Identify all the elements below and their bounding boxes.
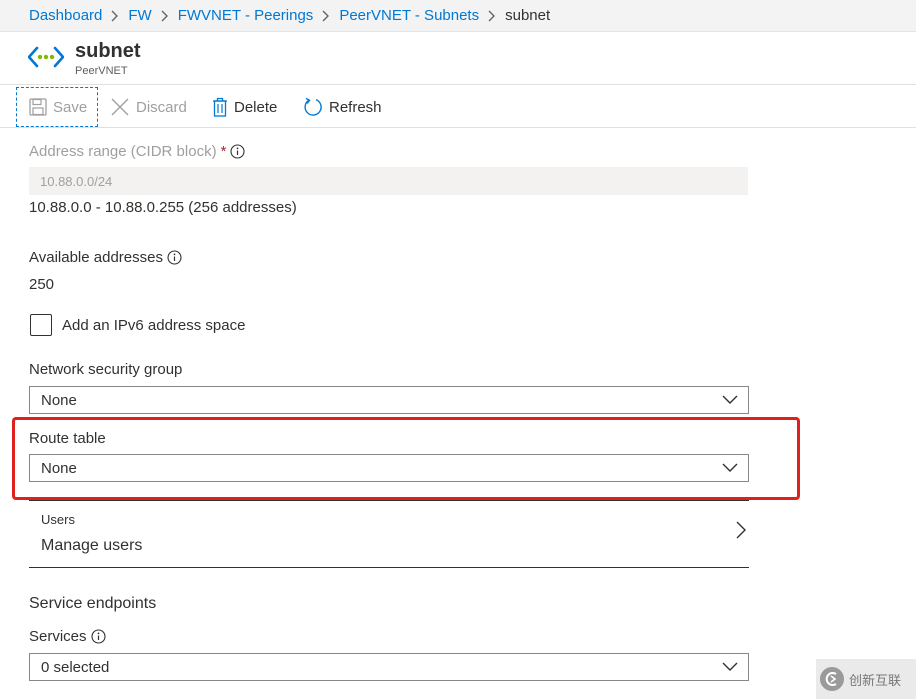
address-range-summary: 10.88.0.0 - 10.88.0.255 (256 addresses) (29, 199, 297, 216)
watermark: 创新互联 (816, 659, 916, 699)
nsg-dropdown[interactable]: None (29, 386, 749, 414)
page-header: subnet PeerVNET (0, 32, 916, 85)
route-table-dropdown-value: None (41, 460, 77, 477)
ipv6-checkbox[interactable] (30, 314, 52, 336)
route-table-dropdown[interactable]: None (29, 454, 749, 482)
ipv6-checkbox-row[interactable]: Add an IPv6 address space (30, 314, 245, 336)
manage-users-link[interactable]: Manage users (41, 537, 142, 555)
discard-label: Discard (136, 98, 187, 116)
chevron-right-icon (161, 10, 169, 22)
service-endpoints-heading: Service endpoints (29, 595, 157, 612)
nsg-dropdown-value: None (41, 392, 77, 409)
breadcrumb-peervnet-subnets[interactable]: PeerVNET - Subnets (339, 7, 479, 24)
nsg-label: Network security group (29, 361, 183, 378)
services-dropdown[interactable]: 0 selected (29, 653, 749, 681)
available-addresses-value: 250 (29, 276, 55, 293)
refresh-button[interactable]: Refresh (303, 87, 382, 127)
breadcrumb-fw[interactable]: FW (128, 7, 151, 24)
chevron-right-icon (322, 10, 330, 22)
breadcrumb-current: subnet (505, 7, 551, 24)
chevron-right-icon (736, 521, 746, 539)
breadcrumb-fwvnet-peerings[interactable]: FWVNET - Peerings (178, 7, 314, 24)
services-label: Services (29, 628, 106, 645)
info-icon[interactable] (90, 629, 106, 644)
page-subtitle: PeerVNET (75, 65, 128, 77)
delete-label: Delete (234, 98, 278, 116)
address-range-input[interactable] (29, 167, 748, 195)
chevron-right-icon (111, 10, 119, 22)
subnet-icon (27, 44, 65, 70)
services-dropdown-value: 0 selected (41, 659, 110, 676)
breadcrumb: Dashboard FW FWVNET - Peerings PeerVNET … (0, 0, 916, 32)
page-title: subnet (75, 40, 141, 62)
refresh-icon (304, 97, 322, 116)
trash-icon (213, 97, 227, 117)
info-icon[interactable] (230, 144, 245, 159)
route-table-label: Route table (29, 430, 106, 447)
refresh-label: Refresh (329, 98, 382, 116)
close-icon (111, 98, 129, 116)
delete-button[interactable]: Delete (212, 87, 277, 127)
watermark-logo-icon (820, 667, 844, 691)
breadcrumb-dashboard[interactable]: Dashboard (29, 7, 102, 24)
chevron-down-icon (722, 395, 738, 404)
watermark-text: 创新互联 (849, 672, 902, 688)
save-label: Save (53, 98, 88, 116)
available-addresses-label: Available addresses (29, 249, 182, 266)
save-icon (29, 98, 47, 116)
save-button[interactable]: Save (16, 87, 98, 127)
chevron-down-icon (722, 662, 738, 671)
chevron-right-icon (488, 10, 496, 22)
users-label: Users (41, 512, 75, 527)
ipv6-checkbox-label: Add an IPv6 address space (62, 316, 246, 334)
discard-button[interactable]: Discard (110, 87, 187, 127)
required-marker: * (220, 143, 227, 160)
command-bar: Save Discard Delete Refresh (0, 85, 916, 128)
chevron-down-icon (722, 463, 738, 472)
users-row[interactable]: Users Manage users (29, 500, 749, 568)
info-icon[interactable] (167, 250, 182, 265)
address-range-label: Address range (CIDR block) * (29, 143, 245, 160)
